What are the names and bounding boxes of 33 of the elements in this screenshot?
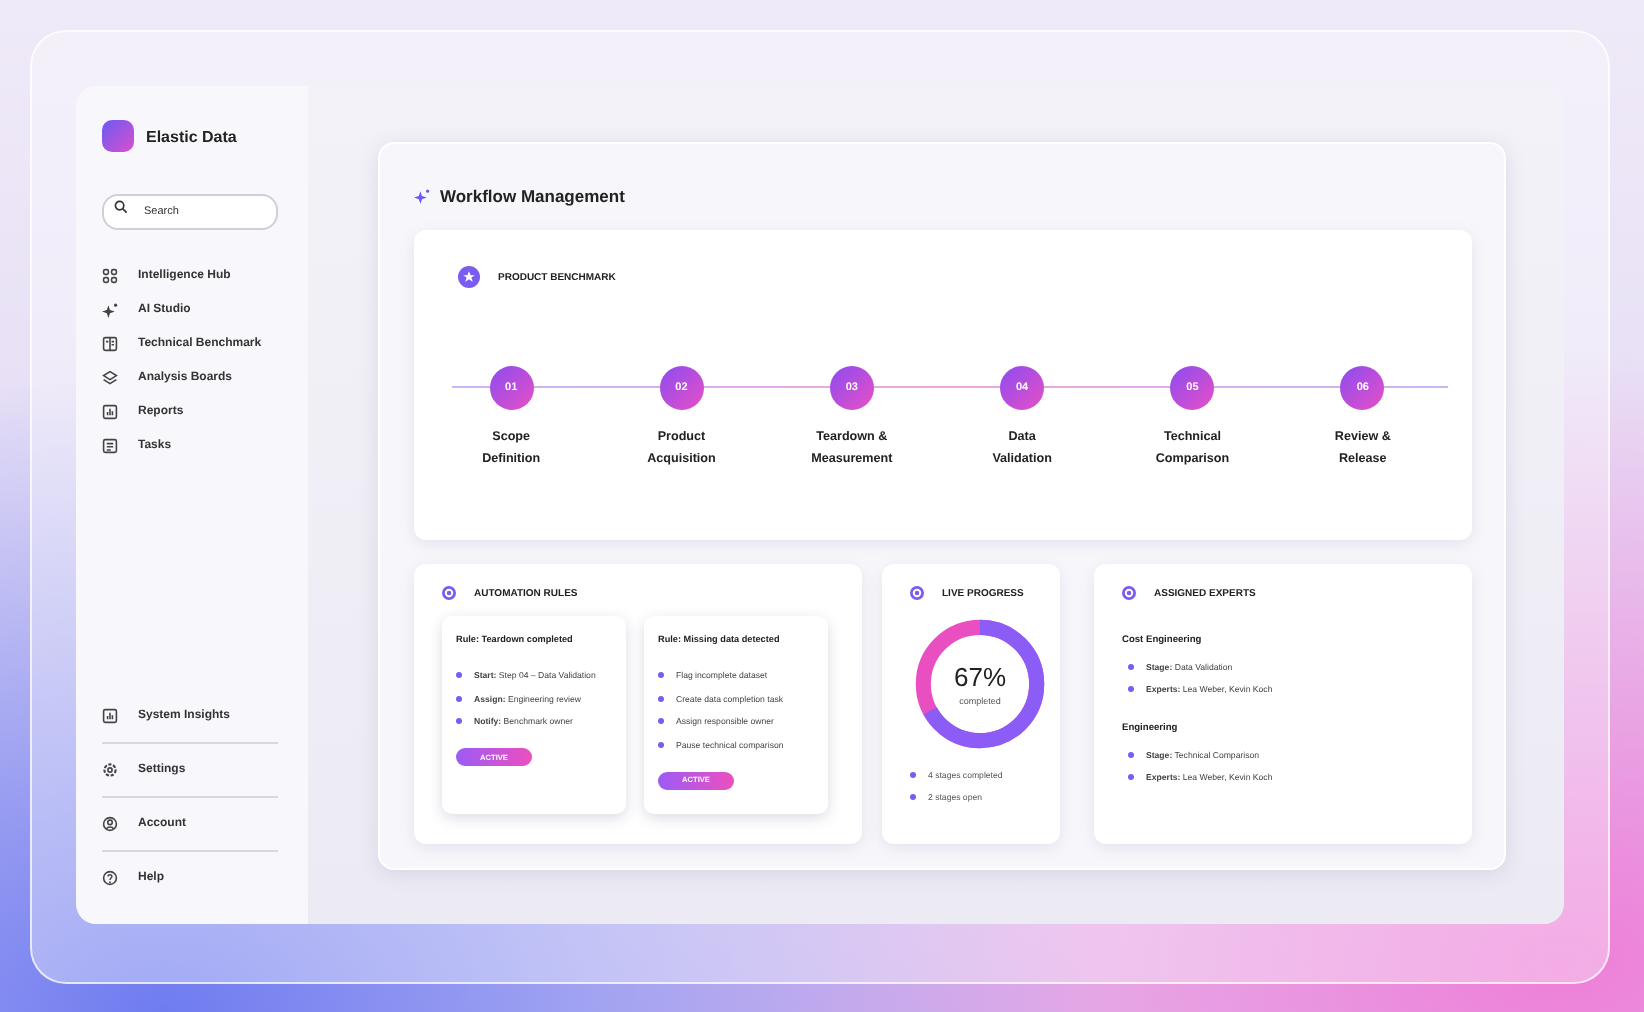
bullet-icon xyxy=(1122,586,1136,600)
sparkle-icon xyxy=(102,301,118,317)
bullet-icon xyxy=(658,718,664,724)
settings-icon xyxy=(102,762,118,778)
bullet-icon xyxy=(658,672,664,678)
chart-icon xyxy=(102,403,118,419)
star-icon xyxy=(458,266,480,288)
bullet-icon xyxy=(1128,774,1134,780)
bullet-icon xyxy=(456,695,462,701)
help-icon xyxy=(102,870,118,886)
percent-value: 67% xyxy=(953,662,1007,692)
account-icon xyxy=(102,816,118,832)
bullet-icon xyxy=(910,772,916,778)
chart-icon xyxy=(102,708,118,724)
bullet-icon xyxy=(658,741,664,747)
bullet-icon xyxy=(1128,664,1134,670)
bullet-icon xyxy=(1128,686,1134,692)
bullet-icon xyxy=(456,718,462,724)
bullet-icon xyxy=(456,672,462,678)
logo-icon xyxy=(102,120,134,152)
layers-icon xyxy=(102,369,118,385)
brand-name: Elastic Data xyxy=(146,127,237,145)
bullet-icon xyxy=(910,586,924,600)
grid-icon xyxy=(102,267,118,283)
list-icon xyxy=(102,437,118,453)
bullet-icon xyxy=(442,586,456,600)
panel-title: Workflow Management xyxy=(440,186,625,206)
book-icon xyxy=(102,335,118,351)
bullet-icon xyxy=(910,794,916,800)
bullet-icon xyxy=(658,695,664,701)
sparkle-icon xyxy=(414,188,430,204)
progress-ring xyxy=(912,616,1048,752)
bullet-icon xyxy=(1128,752,1134,758)
